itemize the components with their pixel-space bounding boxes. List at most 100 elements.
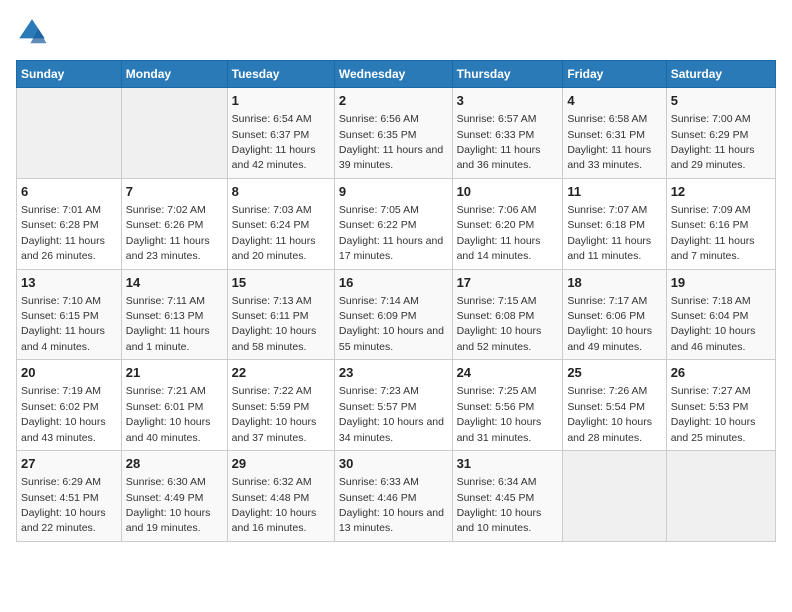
day-cell: 13 Sunrise: 7:10 AM Sunset: 6:15 PM Dayli… xyxy=(17,269,122,360)
day-number: 7 xyxy=(126,183,223,201)
day-number: 21 xyxy=(126,364,223,382)
day-cell: 3 Sunrise: 6:57 AM Sunset: 6:33 PM Daylig… xyxy=(452,88,563,179)
day-number: 28 xyxy=(126,455,223,473)
day-number: 17 xyxy=(457,274,559,292)
day-number: 8 xyxy=(232,183,330,201)
day-number: 23 xyxy=(339,364,448,382)
day-info: Sunrise: 6:57 AM Sunset: 6:33 PM Dayligh… xyxy=(457,113,541,171)
day-cell: 17 Sunrise: 7:15 AM Sunset: 6:08 PM Dayli… xyxy=(452,269,563,360)
day-cell: 30 Sunrise: 6:33 AM Sunset: 4:46 PM Dayli… xyxy=(334,451,452,542)
day-info: Sunrise: 7:18 AM Sunset: 6:04 PM Dayligh… xyxy=(671,295,756,353)
day-number: 27 xyxy=(21,455,117,473)
day-cell: 12Sunrise: 7:09 AM Sunset: 6:16 PM Dayli… xyxy=(666,178,775,269)
day-cell: 4Sunrise: 6:58 AM Sunset: 6:31 PM Daylig… xyxy=(563,88,666,179)
header-row: SundayMondayTuesdayWednesdayThursdayFrid… xyxy=(17,61,776,88)
day-number: 9 xyxy=(339,183,448,201)
day-number: 31 xyxy=(457,455,559,473)
day-number: 11 xyxy=(567,183,661,201)
header-cell-monday: Monday xyxy=(121,61,227,88)
day-info: Sunrise: 7:23 AM Sunset: 5:57 PM Dayligh… xyxy=(339,385,444,443)
day-number: 3 xyxy=(457,92,559,110)
day-info: Sunrise: 7:00 AM Sunset: 6:29 PM Dayligh… xyxy=(671,113,755,171)
day-info: Sunrise: 7:25 AM Sunset: 5:56 PM Dayligh… xyxy=(457,385,542,443)
day-cell: 24 Sunrise: 7:25 AM Sunset: 5:56 PM Dayli… xyxy=(452,360,563,451)
day-info: Sunrise: 7:11 AM Sunset: 6:13 PM Dayligh… xyxy=(126,295,210,353)
header-cell-tuesday: Tuesday xyxy=(227,61,334,88)
day-info: Sunrise: 6:32 AM Sunset: 4:48 PM Dayligh… xyxy=(232,476,317,534)
day-cell xyxy=(563,451,666,542)
calendar-table: SundayMondayTuesdayWednesdayThursdayFrid… xyxy=(16,60,776,542)
day-number: 1 xyxy=(232,92,330,110)
day-info: Sunrise: 7:15 AM Sunset: 6:08 PM Dayligh… xyxy=(457,295,542,353)
week-row-4: 20 Sunrise: 7:19 AM Sunset: 6:02 PM Dayli… xyxy=(17,360,776,451)
header-cell-sunday: Sunday xyxy=(17,61,122,88)
day-info: Sunrise: 6:29 AM Sunset: 4:51 PM Dayligh… xyxy=(21,476,106,534)
day-number: 12 xyxy=(671,183,771,201)
day-cell: 8 Sunrise: 7:03 AM Sunset: 6:24 PM Daylig… xyxy=(227,178,334,269)
day-info: Sunrise: 6:30 AM Sunset: 4:49 PM Dayligh… xyxy=(126,476,211,534)
day-info: Sunrise: 6:58 AM Sunset: 6:31 PM Dayligh… xyxy=(567,113,651,171)
calendar-header: SundayMondayTuesdayWednesdayThursdayFrid… xyxy=(17,61,776,88)
week-row-1: 1 Sunrise: 6:54 AM Sunset: 6:37 PM Daylig… xyxy=(17,88,776,179)
day-cell: 16 Sunrise: 7:14 AM Sunset: 6:09 PM Dayli… xyxy=(334,269,452,360)
day-cell: 22 Sunrise: 7:22 AM Sunset: 5:59 PM Dayli… xyxy=(227,360,334,451)
day-cell: 19 Sunrise: 7:18 AM Sunset: 6:04 PM Dayli… xyxy=(666,269,775,360)
day-number: 25 xyxy=(567,364,661,382)
header-cell-wednesday: Wednesday xyxy=(334,61,452,88)
day-info: Sunrise: 7:06 AM Sunset: 6:20 PM Dayligh… xyxy=(457,204,541,262)
day-number: 2 xyxy=(339,92,448,110)
day-cell: 31 Sunrise: 6:34 AM Sunset: 4:45 PM Dayli… xyxy=(452,451,563,542)
day-cell: 29 Sunrise: 6:32 AM Sunset: 4:48 PM Dayli… xyxy=(227,451,334,542)
day-cell: 7Sunrise: 7:02 AM Sunset: 6:26 PM Daylig… xyxy=(121,178,227,269)
day-number: 20 xyxy=(21,364,117,382)
day-cell xyxy=(121,88,227,179)
day-info: Sunrise: 6:56 AM Sunset: 6:35 PM Dayligh… xyxy=(339,113,443,171)
day-number: 26 xyxy=(671,364,771,382)
day-info: Sunrise: 6:54 AM Sunset: 6:37 PM Dayligh… xyxy=(232,113,316,171)
day-number: 29 xyxy=(232,455,330,473)
header-cell-thursday: Thursday xyxy=(452,61,563,88)
day-number: 22 xyxy=(232,364,330,382)
day-number: 10 xyxy=(457,183,559,201)
day-number: 5 xyxy=(671,92,771,110)
day-info: Sunrise: 7:01 AM Sunset: 6:28 PM Dayligh… xyxy=(21,204,105,262)
day-cell: 14 Sunrise: 7:11 AM Sunset: 6:13 PM Dayli… xyxy=(121,269,227,360)
day-cell: 27 Sunrise: 6:29 AM Sunset: 4:51 PM Dayli… xyxy=(17,451,122,542)
day-info: Sunrise: 7:13 AM Sunset: 6:11 PM Dayligh… xyxy=(232,295,317,353)
day-number: 19 xyxy=(671,274,771,292)
day-info: Sunrise: 7:19 AM Sunset: 6:02 PM Dayligh… xyxy=(21,385,106,443)
day-number: 16 xyxy=(339,274,448,292)
day-cell: 26Sunrise: 7:27 AM Sunset: 5:53 PM Dayli… xyxy=(666,360,775,451)
calendar-body: 1 Sunrise: 6:54 AM Sunset: 6:37 PM Daylig… xyxy=(17,88,776,542)
day-info: Sunrise: 7:22 AM Sunset: 5:59 PM Dayligh… xyxy=(232,385,317,443)
day-cell xyxy=(17,88,122,179)
day-cell: 1 Sunrise: 6:54 AM Sunset: 6:37 PM Daylig… xyxy=(227,88,334,179)
day-number: 15 xyxy=(232,274,330,292)
day-number: 24 xyxy=(457,364,559,382)
day-number: 13 xyxy=(21,274,117,292)
day-info: Sunrise: 7:03 AM Sunset: 6:24 PM Dayligh… xyxy=(232,204,316,262)
day-info: Sunrise: 6:33 AM Sunset: 4:46 PM Dayligh… xyxy=(339,476,444,534)
day-info: Sunrise: 7:07 AM Sunset: 6:18 PM Dayligh… xyxy=(567,204,651,262)
day-info: Sunrise: 7:21 AM Sunset: 6:01 PM Dayligh… xyxy=(126,385,211,443)
day-info: Sunrise: 7:14 AM Sunset: 6:09 PM Dayligh… xyxy=(339,295,444,353)
day-cell: 20 Sunrise: 7:19 AM Sunset: 6:02 PM Dayli… xyxy=(17,360,122,451)
day-number: 30 xyxy=(339,455,448,473)
day-cell: 6Sunrise: 7:01 AM Sunset: 6:28 PM Daylig… xyxy=(17,178,122,269)
header-cell-friday: Friday xyxy=(563,61,666,88)
day-cell: 10 Sunrise: 7:06 AM Sunset: 6:20 PM Dayli… xyxy=(452,178,563,269)
day-number: 14 xyxy=(126,274,223,292)
logo xyxy=(16,16,52,48)
day-cell: 9Sunrise: 7:05 AM Sunset: 6:22 PM Daylig… xyxy=(334,178,452,269)
week-row-5: 27 Sunrise: 6:29 AM Sunset: 4:51 PM Dayli… xyxy=(17,451,776,542)
day-cell: 15 Sunrise: 7:13 AM Sunset: 6:11 PM Dayli… xyxy=(227,269,334,360)
day-cell: 23 Sunrise: 7:23 AM Sunset: 5:57 PM Dayli… xyxy=(334,360,452,451)
day-info: Sunrise: 7:17 AM Sunset: 6:06 PM Dayligh… xyxy=(567,295,652,353)
day-cell: 28 Sunrise: 6:30 AM Sunset: 4:49 PM Dayli… xyxy=(121,451,227,542)
day-info: Sunrise: 7:10 AM Sunset: 6:15 PM Dayligh… xyxy=(21,295,105,353)
week-row-2: 6Sunrise: 7:01 AM Sunset: 6:28 PM Daylig… xyxy=(17,178,776,269)
day-cell: 5 Sunrise: 7:00 AM Sunset: 6:29 PM Daylig… xyxy=(666,88,775,179)
day-cell: 18Sunrise: 7:17 AM Sunset: 6:06 PM Dayli… xyxy=(563,269,666,360)
day-info: Sunrise: 6:34 AM Sunset: 4:45 PM Dayligh… xyxy=(457,476,542,534)
day-info: Sunrise: 7:26 AM Sunset: 5:54 PM Dayligh… xyxy=(567,385,652,443)
